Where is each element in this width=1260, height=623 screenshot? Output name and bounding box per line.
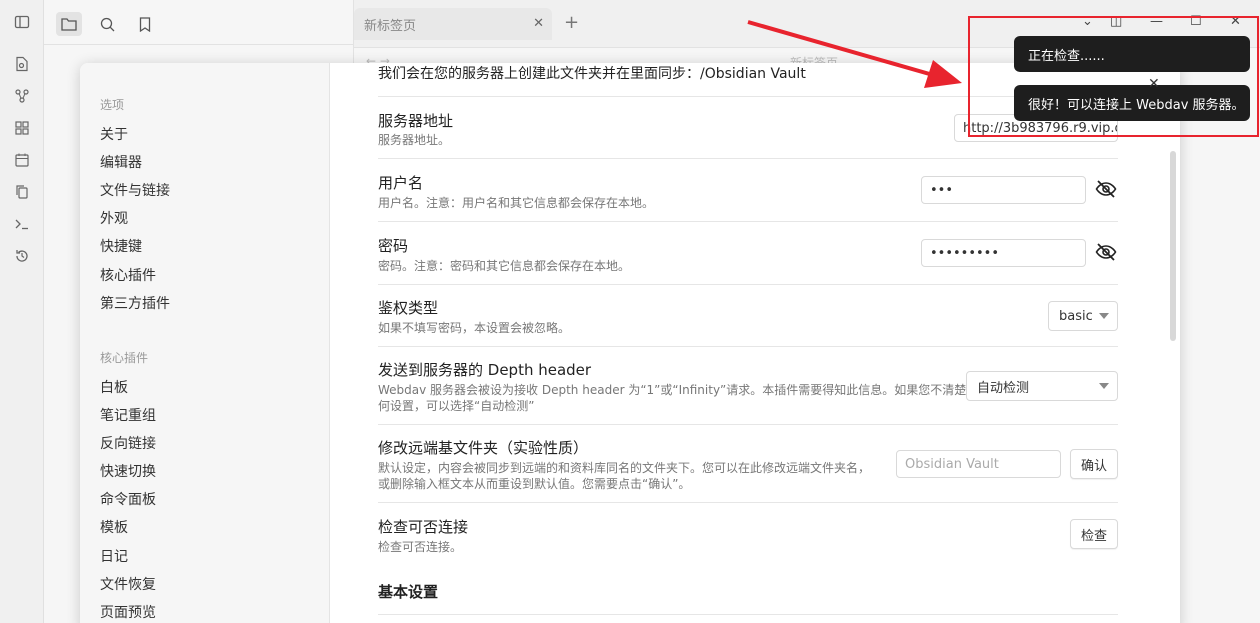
annotation-arrow — [747, 20, 962, 88]
